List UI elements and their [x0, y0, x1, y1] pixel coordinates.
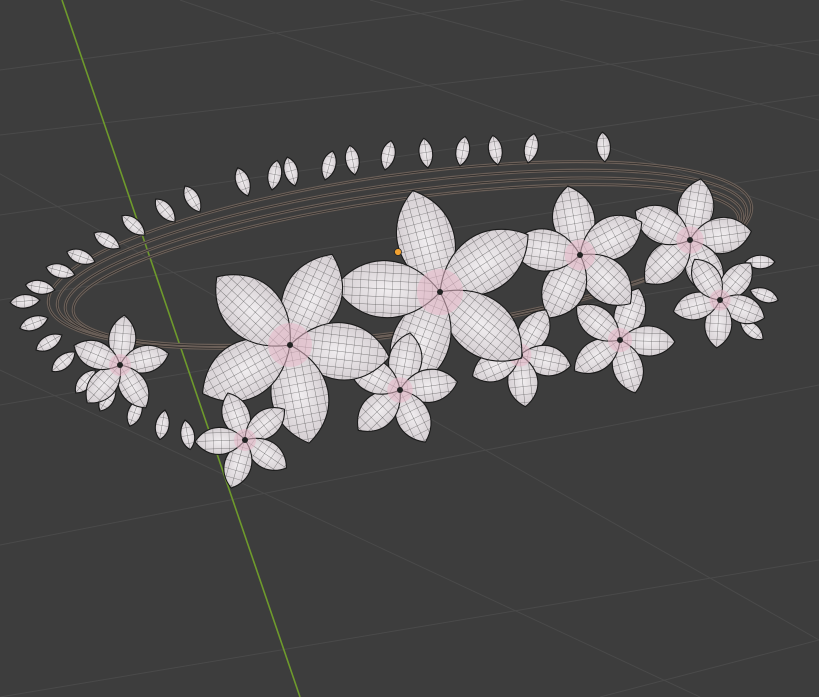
petal	[523, 132, 539, 164]
petal	[380, 139, 396, 171]
petal	[180, 419, 196, 451]
petal	[19, 315, 49, 332]
viewport-scene[interactable]	[0, 0, 819, 697]
petal	[51, 351, 76, 373]
petal	[344, 144, 360, 176]
grid-line	[0, 559, 819, 697]
petal	[418, 137, 434, 169]
petal	[121, 214, 146, 236]
petal	[183, 185, 202, 213]
petal	[35, 333, 63, 352]
petal	[321, 150, 337, 181]
petal	[234, 167, 251, 197]
petal	[487, 134, 503, 166]
petal	[283, 156, 299, 187]
petal	[455, 135, 471, 167]
3d-viewport[interactable]	[0, 0, 819, 697]
object-origin-dot[interactable]	[394, 248, 402, 256]
grid-line	[599, 639, 819, 697]
petal	[596, 131, 611, 163]
grid-line	[559, 0, 819, 56]
grid-line	[369, 0, 819, 121]
petal	[9, 294, 41, 309]
petal	[154, 409, 170, 441]
petal	[267, 159, 283, 191]
petal	[45, 263, 76, 279]
